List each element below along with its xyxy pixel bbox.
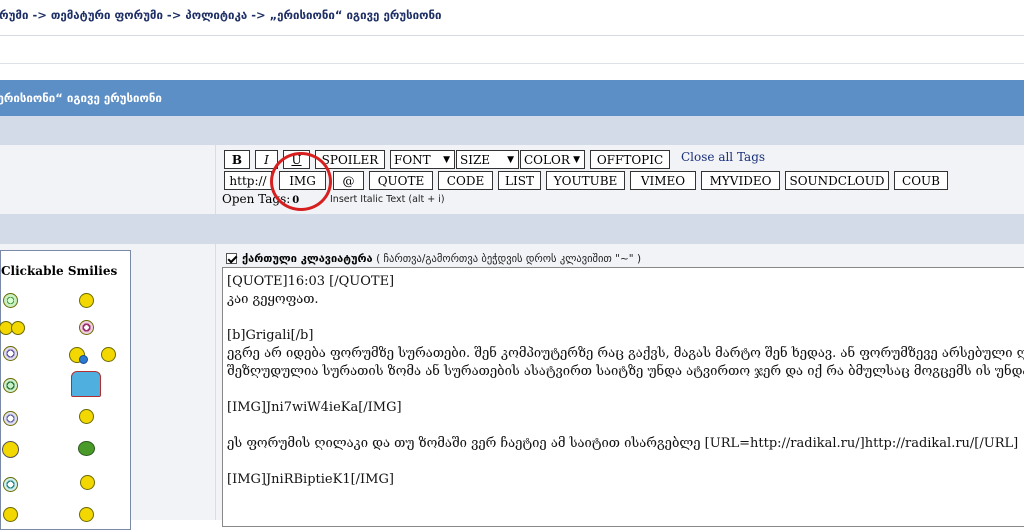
post-line: [b]Grigali[/b] [227, 328, 314, 343]
smilies-panel: Clickable Smilies [0, 250, 131, 530]
smiley-icon[interactable] [3, 411, 18, 426]
keyboard-checkbox[interactable] [226, 252, 237, 264]
topic-title: „ერისიონი“ იგივე ერუსიონი [0, 91, 162, 105]
post-line: ეს ფორუმის ღილაკი და თუ ზომაში ვერ ჩაეტი… [227, 436, 1019, 451]
smiley-icon[interactable] [3, 346, 18, 361]
list-button[interactable]: LIST [498, 171, 541, 190]
font-select-label: FONT [394, 152, 431, 167]
http-button[interactable]: http:// [224, 171, 272, 190]
smiley-icon[interactable] [11, 321, 25, 335]
toolbar-hint: Insert Italic Text (alt + i) [330, 194, 445, 205]
smiley-icon[interactable] [2, 441, 19, 458]
dropdown-arrow-icon: ▼ [507, 154, 514, 165]
post-line [227, 309, 1024, 327]
divider [0, 63, 1024, 64]
color-select-label: COLOR [524, 152, 570, 167]
breadcrumb[interactable]: ფორუმი -> თემატური ფორუმი -> პოლიტიკა ->… [0, 8, 441, 26]
smilies-header: Clickable Smilies [1, 264, 118, 278]
divider [215, 145, 216, 214]
post-line [227, 417, 1024, 435]
post-line: კაი გეყოფათ. [227, 292, 319, 307]
youtube-button[interactable]: YOUTUBE [546, 171, 625, 190]
smiley-icon[interactable] [79, 409, 94, 424]
bold-button[interactable]: B [224, 150, 250, 169]
post-line: შეზღუდულია სურათის ზომა ან სურათების ასა… [227, 364, 1024, 379]
post-line [227, 453, 1024, 471]
post-line: [IMG]Jni7wiW4ieKa[/IMG] [227, 400, 402, 415]
post-line: [QUOTE]16:03 [/QUOTE] [227, 274, 395, 289]
size-select-label: SIZE [460, 152, 491, 167]
keyboard-note: ( ჩართვა/გამორთვა ბეჭდვის დროს კლავიშით … [376, 253, 642, 265]
divider [215, 244, 216, 520]
post-line: ეგრე არ იდება ფორუმზე სურათები. შენ კომპ… [227, 346, 1024, 361]
close-all-tags-link[interactable]: Close all Tags [681, 150, 765, 164]
smiley-icon[interactable] [3, 477, 18, 492]
topic-title-bar: „ერისიონი“ იგივე ერუსიონი [0, 80, 1024, 116]
highlight-circle [270, 152, 332, 211]
quote-button[interactable]: QUOTE [369, 171, 433, 190]
size-select[interactable]: SIZE ▼ [456, 150, 519, 169]
smiley-icon[interactable] [79, 355, 88, 364]
smiley-icon[interactable] [71, 371, 101, 397]
smiley-icon[interactable] [79, 293, 94, 308]
divider [0, 35, 1024, 36]
section-bar [0, 116, 1024, 145]
smiley-icon[interactable] [78, 441, 95, 456]
soundcloud-button[interactable]: SOUNDCLOUD [785, 171, 889, 190]
at-button[interactable]: @ [333, 171, 364, 190]
coub-button[interactable]: COUB [894, 171, 948, 190]
post-line [227, 381, 1024, 399]
offtopic-button[interactable]: OFFTOPIC [590, 150, 670, 169]
vimeo-button[interactable]: VIMEO [630, 171, 696, 190]
georgian-keyboard-toggle[interactable]: ქართული კლავიატურა ( ჩართვა/გამორთვა ბეჭ… [226, 252, 641, 265]
smiley-icon[interactable] [101, 347, 116, 362]
post-line: [IMG]JniRBiptieK1[/IMG] [227, 472, 394, 487]
smiley-icon[interactable] [3, 293, 18, 308]
smiley-icon[interactable] [3, 378, 18, 393]
smiley-icon[interactable] [79, 320, 94, 335]
post-textarea[interactable]: [QUOTE]16:03 [/QUOTE] კაი გეყოფათ. [b]Gr… [222, 267, 1024, 527]
dropdown-arrow-icon: ▼ [573, 154, 580, 165]
keyboard-title: ქართული კლავიატურა [242, 252, 373, 265]
section-bar [0, 214, 1024, 244]
dropdown-arrow-icon: ▼ [443, 154, 450, 165]
smiley-icon[interactable] [80, 475, 95, 490]
font-select[interactable]: FONT ▼ [390, 150, 455, 169]
myvideo-button[interactable]: MYVIDEO [701, 171, 780, 190]
color-select[interactable]: COLOR ▼ [520, 150, 585, 169]
code-button[interactable]: CODE [438, 171, 493, 190]
